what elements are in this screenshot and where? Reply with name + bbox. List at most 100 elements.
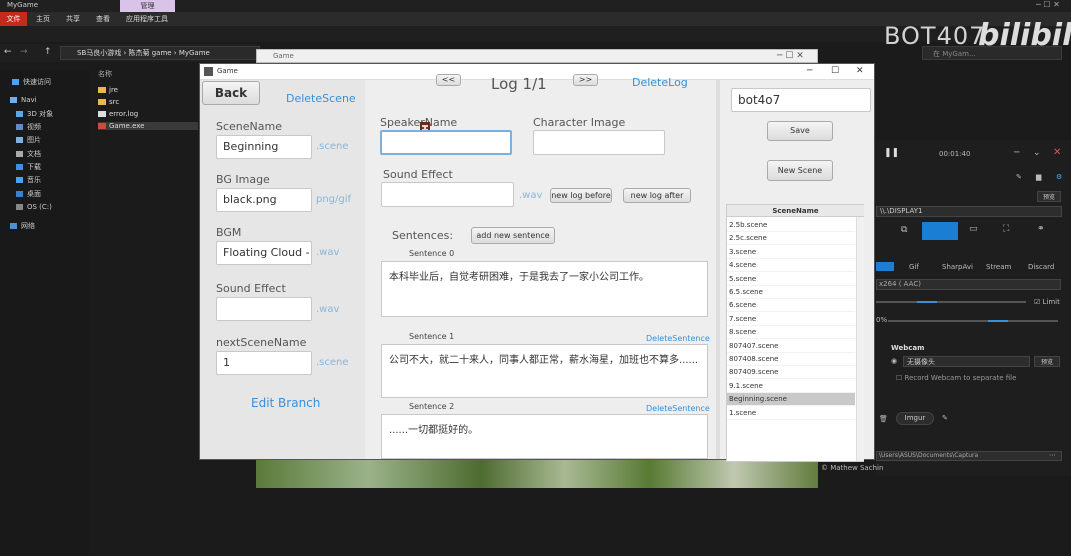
back-button[interactable]: Back	[202, 81, 260, 105]
tab-app-tools[interactable]: 应用程序工具	[126, 14, 168, 24]
back-arrow-icon[interactable]: ←	[4, 47, 12, 57]
nav-pictures[interactable]: 图片	[16, 135, 41, 145]
close-icon[interactable]: ✕	[856, 66, 864, 76]
address-path[interactable]: SB马良小游戏 › 陈杰菊 game › MyGame	[60, 46, 260, 60]
edit-branch-link[interactable]: Edit Branch	[251, 396, 320, 410]
scene-list-item[interactable]: 2.5c.scene	[727, 232, 855, 246]
record-webcam-checkbox[interactable]: ☐ Record Webcam to separate file	[896, 374, 1016, 382]
scene-list-item[interactable]: 2.5b.scene	[727, 219, 855, 232]
scene-list-item[interactable]: Beginning.scene	[727, 393, 855, 407]
tab-file[interactable]: 文件	[0, 12, 27, 26]
folder-icon[interactable]: ▆	[1036, 173, 1041, 181]
next-log-button[interactable]: >>	[573, 74, 598, 86]
delete-log-link[interactable]: DeleteLog	[632, 76, 688, 89]
scene-list-item[interactable]: 3.scene	[727, 246, 855, 259]
nav-os-c[interactable]: OS (C:)	[16, 203, 52, 211]
link-icon[interactable]: ⚭	[1037, 224, 1045, 234]
minimize-icon[interactable]: ─	[807, 66, 812, 76]
file-item[interactable]: jre	[98, 86, 118, 94]
tab-view[interactable]: 查看	[96, 14, 110, 24]
new-log-after-button[interactable]: new log after	[623, 188, 691, 203]
next-scene-input[interactable]: 1	[216, 351, 312, 375]
pen-icon[interactable]: ✎	[1016, 173, 1022, 181]
screen-mode-selected[interactable]	[922, 222, 958, 240]
scene-list-item[interactable]: 6.5.scene	[727, 286, 855, 299]
output-path[interactable]: \Users\ASUS\Documents\Captura	[876, 451, 1062, 461]
scene-list-item[interactable]: 9.1.scene	[727, 380, 855, 393]
format-selected[interactable]	[876, 262, 894, 271]
minimize-icon[interactable]: ─	[1014, 148, 1019, 158]
tab-home[interactable]: 主页	[36, 14, 50, 24]
column-name-header[interactable]: 名称	[98, 69, 112, 79]
forward-arrow-icon[interactable]: →	[20, 47, 28, 57]
delete-scene-link[interactable]: DeleteScene	[286, 92, 356, 105]
nav-music[interactable]: 音乐	[16, 175, 41, 185]
collapse-icon[interactable]: ⌄	[1033, 148, 1041, 158]
file-item[interactable]: error.log	[98, 110, 138, 118]
nav-navi[interactable]: Navi	[10, 96, 37, 104]
sentence-textarea[interactable]: 本科毕业后，自觉考研困难，于是我去了一家小公司工作。	[381, 261, 708, 317]
display-field[interactable]: \\.\DISPLAY1	[876, 206, 1062, 217]
window-controls[interactable]: ─ ☐ ✕	[1036, 0, 1060, 9]
scene-list-item[interactable]: 1.scene	[727, 407, 855, 420]
scene-list-item[interactable]: 807409.scene	[727, 366, 855, 380]
scene-list-item[interactable]: 807408.scene	[727, 353, 855, 366]
prev-log-button[interactable]: <<	[436, 74, 461, 86]
fullscreen-mode-icon[interactable]: ⛶	[1003, 224, 1009, 234]
nav-network[interactable]: 网络	[10, 221, 35, 231]
file-item[interactable]: src	[98, 98, 119, 106]
delete-sentence-link[interactable]: DeleteSentence	[646, 404, 710, 413]
more-icon[interactable]: ⋯	[1049, 451, 1056, 459]
scene-list-item[interactable]: 4.scene	[727, 259, 855, 273]
up-arrow-icon[interactable]: ↑	[44, 47, 52, 57]
bgm-input[interactable]: Floating Cloud - !	[216, 241, 312, 265]
pause-icon[interactable]: ❚❚	[884, 148, 899, 158]
format-discard[interactable]: Discard	[1028, 263, 1054, 271]
scene-list-item[interactable]: 5.scene	[727, 273, 855, 286]
tab-manage[interactable]: 管理	[120, 0, 175, 12]
scene-list-header[interactable]: SceneName	[727, 205, 864, 217]
window-mode-icon[interactable]: ⧉	[901, 225, 907, 235]
codec-select[interactable]: x264 ( AAC)	[876, 279, 1061, 290]
edit-icon[interactable]: ✎	[942, 414, 948, 422]
sentence-textarea[interactable]: 公司不大，就二十来人，同事人都正常，薪水海星，加班也不算多......	[381, 344, 708, 398]
speaker-name-input[interactable]	[380, 130, 512, 155]
save-button[interactable]: Save	[767, 121, 833, 141]
webcam-select[interactable]: 无摄像头	[903, 356, 1030, 367]
nav-quick-access[interactable]: 快速访问	[12, 77, 51, 87]
delete-sentence-link[interactable]: DeleteSentence	[646, 334, 710, 343]
format-gif[interactable]: Gif	[909, 263, 919, 271]
webcam-preview-button[interactable]: 预览	[1034, 356, 1060, 367]
bg-image-input[interactable]: black.png	[216, 188, 312, 212]
sentence-textarea[interactable]: ......一切都挺好的。	[381, 414, 708, 459]
nav-downloads[interactable]: 下载	[16, 162, 41, 172]
scene-name-input[interactable]: Beginning	[216, 135, 312, 159]
sound-effect-input[interactable]	[216, 297, 312, 321]
quality-slider[interactable]	[876, 301, 1026, 303]
nav-desktop[interactable]: 桌面	[16, 189, 41, 199]
format-sharpavi[interactable]: SharpAvi	[942, 263, 973, 271]
project-name-input[interactable]: bot4o7	[731, 88, 871, 112]
scene-list-item[interactable]: 807407.scene	[727, 340, 855, 353]
add-sentence-button[interactable]: add new sentence	[471, 227, 555, 244]
file-item-selected[interactable]: Game.exe	[98, 122, 198, 130]
region-mode-icon[interactable]: ▭	[969, 224, 978, 234]
scene-list-item[interactable]: 7.scene	[727, 313, 855, 326]
nav-video[interactable]: 视频	[16, 122, 41, 132]
format-stream[interactable]: Stream	[986, 263, 1011, 271]
imgur-button[interactable]: Imgur	[896, 412, 934, 425]
nav-3d[interactable]: 3D 对象	[16, 109, 53, 119]
scene-list-item[interactable]: 8.scene	[727, 326, 855, 340]
nav-docs[interactable]: 文档	[16, 149, 41, 159]
close-icon[interactable]: ✕	[1053, 147, 1061, 158]
limit-checkbox[interactable]: ☑ Limit	[1034, 298, 1060, 306]
new-log-before-button[interactable]: new log before	[550, 188, 612, 203]
back-window-controls[interactable]: ─ ☐ ✕	[777, 51, 804, 61]
preview-button[interactable]: 预览	[1037, 191, 1061, 202]
tab-share[interactable]: 共享	[66, 14, 80, 24]
settings-gear-icon[interactable]: ⚙	[1056, 173, 1062, 181]
maximize-icon[interactable]: ☐	[831, 66, 839, 76]
character-image-input[interactable]	[533, 130, 665, 155]
new-scene-button[interactable]: New Scene	[767, 160, 833, 181]
scene-list-item[interactable]: 6.scene	[727, 299, 855, 313]
